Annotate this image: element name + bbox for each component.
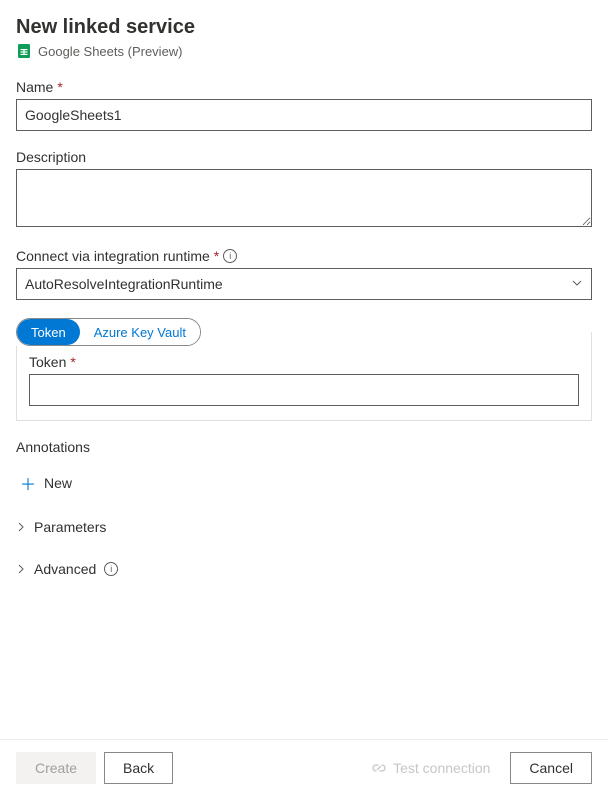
google-sheets-icon <box>16 43 32 59</box>
footer: Create Back Test connection Cancel <box>0 739 608 796</box>
chevron-right-icon <box>16 519 26 535</box>
runtime-dropdown[interactable]: AutoResolveIntegrationRuntime <box>16 268 592 300</box>
back-button[interactable]: Back <box>104 752 173 784</box>
create-button: Create <box>16 752 96 784</box>
auth-tabs: Token Azure Key Vault <box>16 318 201 346</box>
token-label: Token * <box>29 354 579 370</box>
page-title: New linked service <box>16 16 592 39</box>
description-field-group: Description <box>16 149 592 230</box>
main-panel: New linked service Google Sheets (Previe… <box>0 0 608 739</box>
subtitle-row: Google Sheets (Preview) <box>16 43 592 59</box>
parameters-expander[interactable]: Parameters <box>16 513 592 541</box>
name-input[interactable] <box>16 99 592 131</box>
required-asterisk: * <box>214 248 219 264</box>
runtime-value: AutoResolveIntegrationRuntime <box>25 276 571 292</box>
tab-token[interactable]: Token <box>17 319 80 345</box>
runtime-label: Connect via integration runtime * i <box>16 248 592 264</box>
link-icon <box>371 760 387 776</box>
tab-azure-key-vault[interactable]: Azure Key Vault <box>80 319 200 345</box>
name-label: Name * <box>16 79 592 95</box>
runtime-field-group: Connect via integration runtime * i Auto… <box>16 248 592 300</box>
description-input[interactable] <box>16 169 592 227</box>
test-connection-button: Test connection <box>371 760 490 776</box>
name-field-group: Name * <box>16 79 592 131</box>
plus-icon: ＋ <box>20 471 36 495</box>
add-annotation-button[interactable]: ＋ New <box>16 467 76 499</box>
annotations-section: Annotations ＋ New <box>16 439 592 499</box>
chevron-down-icon <box>571 276 583 292</box>
info-icon[interactable]: i <box>223 249 237 263</box>
advanced-expander[interactable]: Advanced i <box>16 555 592 583</box>
subtitle-text: Google Sheets (Preview) <box>38 44 183 59</box>
info-icon[interactable]: i <box>104 562 118 576</box>
chevron-right-icon <box>16 561 26 577</box>
required-asterisk: * <box>70 354 75 370</box>
auth-section: Token Azure Key Vault Token * <box>16 318 592 421</box>
description-label: Description <box>16 149 592 165</box>
token-input[interactable] <box>29 374 579 406</box>
required-asterisk: * <box>57 79 62 95</box>
cancel-button[interactable]: Cancel <box>510 752 592 784</box>
annotations-label: Annotations <box>16 439 592 455</box>
